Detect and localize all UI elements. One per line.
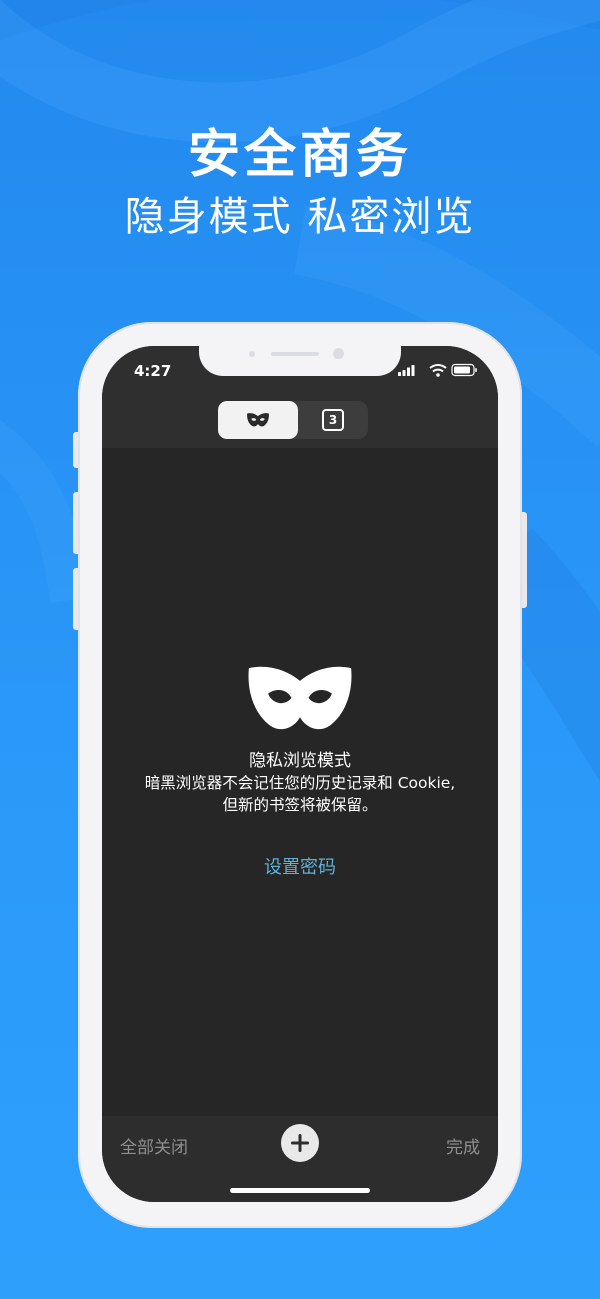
tab-mode-switch: 3 xyxy=(218,401,368,439)
tab-normal-mode[interactable]: 3 xyxy=(298,401,368,439)
mask-icon xyxy=(247,413,269,427)
battery-icon xyxy=(451,363,477,377)
home-indicator[interactable] xyxy=(230,1188,370,1193)
notch-camera xyxy=(333,348,344,359)
notch-sensor xyxy=(249,351,255,357)
private-mode-title: 隐私浏览模式 xyxy=(249,751,351,771)
notch-speaker xyxy=(271,352,319,356)
done-button[interactable]: 完成 xyxy=(446,1133,480,1158)
bottom-toolbar: 全部关闭 完成 xyxy=(102,1116,498,1202)
tab-private-mode[interactable] xyxy=(218,401,298,439)
phone-screen: 4:27 3 隐私浏览模式 暗黑浏览器不会记住您的历史记录和 Cookie, 但… xyxy=(102,346,498,1202)
close-all-button[interactable]: 全部关闭 xyxy=(120,1133,188,1158)
tab-count-badge: 3 xyxy=(322,409,344,431)
status-time: 4:27 xyxy=(134,362,172,380)
notch xyxy=(199,346,401,376)
plus-icon xyxy=(291,1134,309,1152)
status-icons xyxy=(398,363,477,377)
private-desc-line-1: 暗黑浏览器不会记住您的历史记录和 Cookie, xyxy=(144,774,456,792)
signal-icon xyxy=(398,365,415,376)
set-password-link[interactable]: 设置密码 xyxy=(102,853,498,879)
mask-icon xyxy=(248,666,352,730)
private-desc-line-2: 但新的书签将被保留。 xyxy=(222,796,378,814)
headline: 安全商务 xyxy=(187,125,412,185)
private-mode-description: 暗黑浏览器不会记住您的历史记录和 Cookie, 但新的书签将被保留。 xyxy=(112,772,488,816)
subline: 隐身模式 私密浏览 xyxy=(124,194,476,240)
add-tab-button[interactable] xyxy=(281,1124,319,1162)
wifi-icon xyxy=(429,364,447,377)
